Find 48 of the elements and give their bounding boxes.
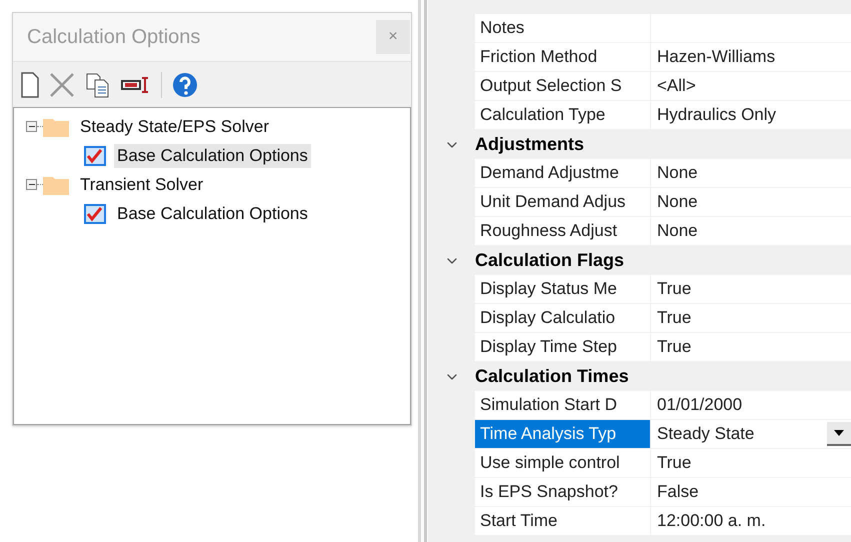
property-value[interactable]: None: [651, 159, 851, 187]
property-value[interactable]: Hazen-Williams: [651, 43, 851, 71]
caret-icon: [834, 430, 844, 436]
property-label[interactable]: Display Time Step: [475, 333, 651, 362]
new-document-icon[interactable]: [21, 72, 39, 98]
property-value[interactable]: <All>: [651, 72, 851, 100]
property-value[interactable]: True: [651, 449, 851, 477]
property-value[interactable]: True: [651, 304, 851, 332]
rename-icon[interactable]: [121, 74, 151, 94]
property-value[interactable]: False: [651, 478, 851, 506]
property-label[interactable]: Notes: [475, 14, 651, 43]
property-value[interactable]: True: [651, 333, 851, 361]
property-value[interactable]: None: [651, 217, 851, 245]
collapse-icon[interactable]: [26, 179, 37, 190]
property-label[interactable]: Unit Demand Adjus: [475, 188, 651, 217]
folder-icon: [43, 116, 69, 136]
property-label[interactable]: Friction Method: [475, 43, 651, 72]
property-value[interactable]: True: [651, 275, 851, 303]
property-label[interactable]: Roughness Adjust: [475, 217, 651, 246]
property-value[interactable]: Hydraulics Only: [651, 101, 851, 129]
tree-item[interactable]: Transient Solver: [77, 172, 206, 196]
tree-item[interactable]: Base Calculation Options: [114, 202, 311, 226]
property-value[interactable]: 01/01/2000: [651, 391, 851, 419]
folder-icon: [43, 174, 69, 194]
property-label[interactable]: Display Calculatio: [475, 304, 651, 333]
property-label[interactable]: Time Analysis Typ: [475, 420, 651, 449]
property-label[interactable]: Calculation Type: [475, 101, 651, 130]
property-label[interactable]: Display Status Me: [475, 275, 651, 304]
checklist-icon: [84, 204, 106, 224]
property-label[interactable]: Demand Adjustme: [475, 159, 651, 188]
property-value[interactable]: 12:00:00 a. m.: [651, 507, 851, 535]
dropdown-button[interactable]: [827, 422, 851, 446]
collapse-icon[interactable]: [26, 121, 37, 132]
panel-title: Calculation Options: [27, 25, 200, 50]
copy-icon[interactable]: [85, 72, 111, 98]
tree-item[interactable]: Steady State/EPS Solver: [77, 114, 272, 138]
property-label[interactable]: Start Time: [475, 507, 651, 536]
category-header: Calculation Flags: [475, 249, 624, 272]
property-label[interactable]: Simulation Start D: [475, 391, 651, 420]
property-label[interactable]: Output Selection S: [475, 72, 651, 101]
property-value[interactable]: None: [651, 188, 851, 216]
help-icon[interactable]: [172, 72, 198, 98]
checklist-icon: [84, 146, 106, 166]
category-header: Calculation Times: [475, 365, 629, 388]
property-label[interactable]: Use simple control: [475, 449, 651, 478]
tree-item[interactable]: Base Calculation Options: [114, 144, 311, 168]
property-label[interactable]: Is EPS Snapshot?: [475, 478, 651, 507]
category-header: Adjustments: [475, 133, 584, 156]
